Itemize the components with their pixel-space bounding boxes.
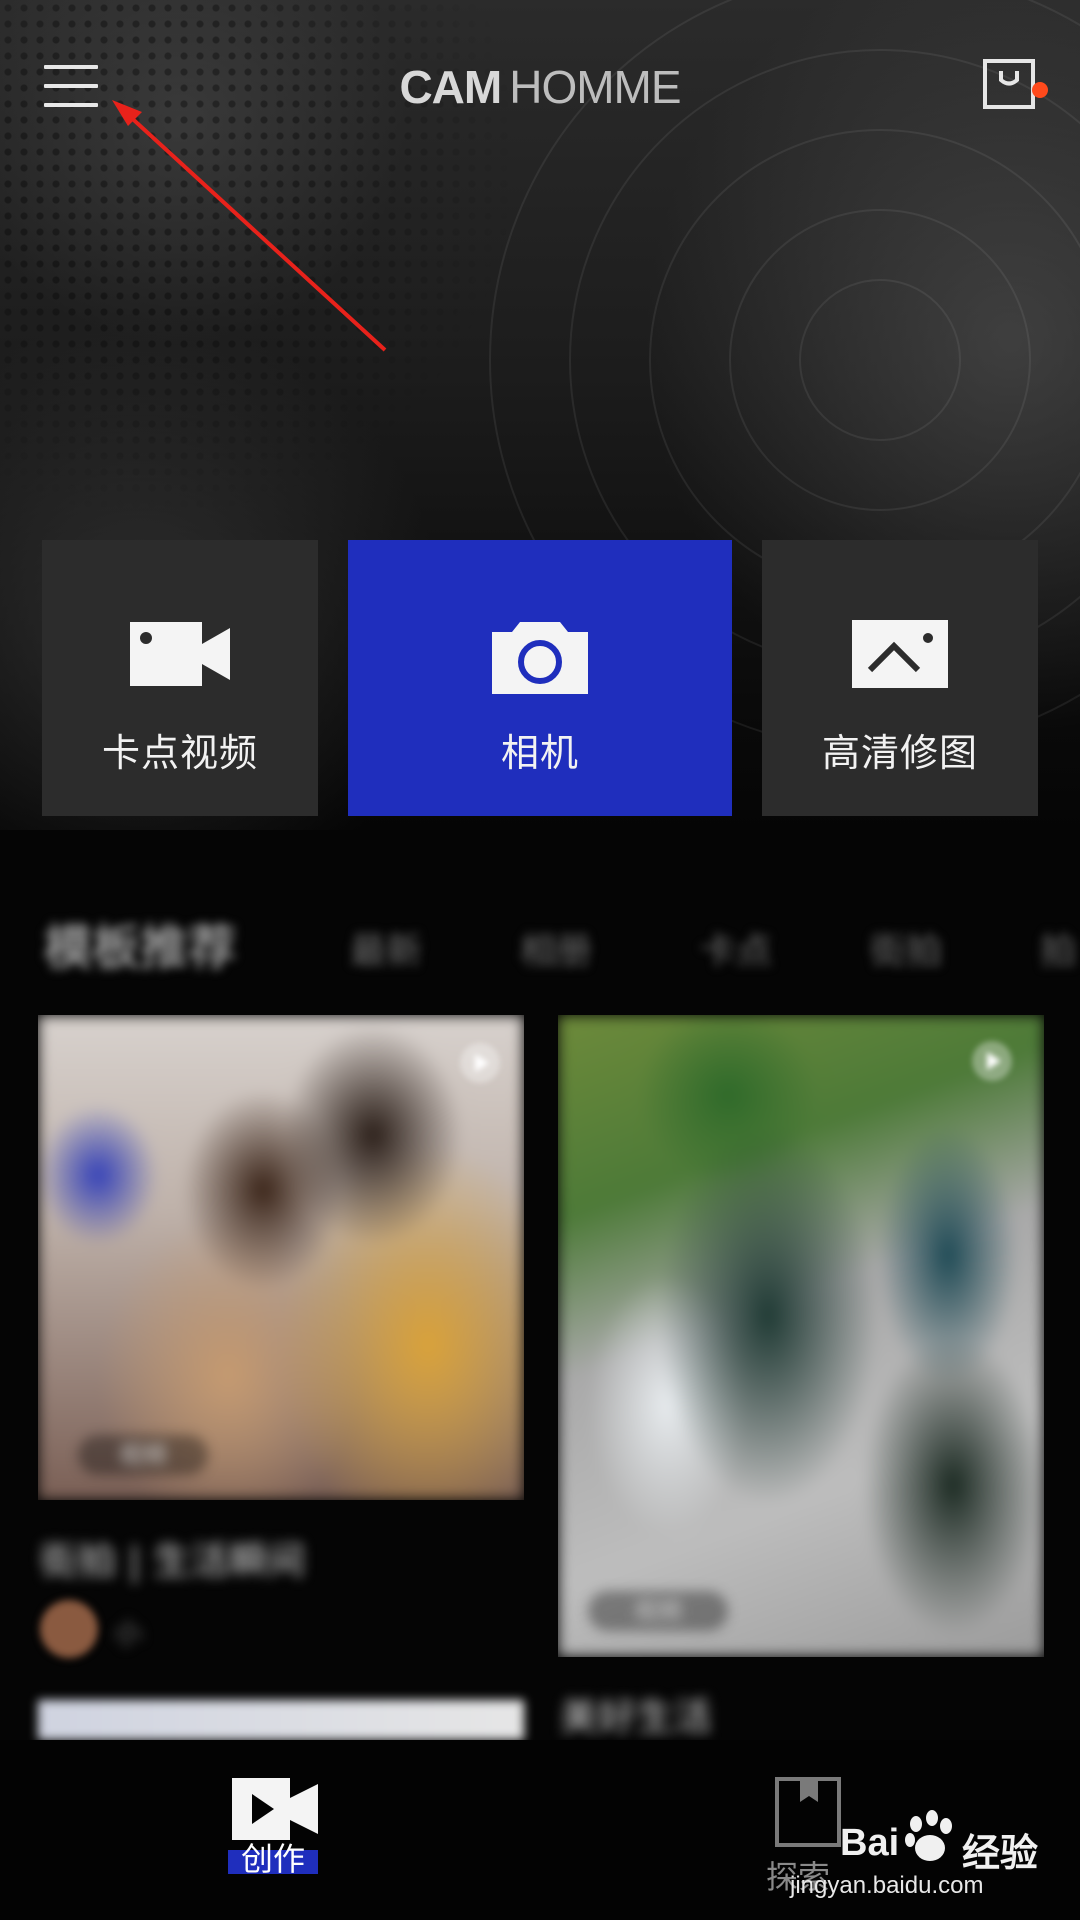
watermark-url: jingyan.baidu.com	[790, 1872, 984, 1899]
tool-beat-video[interactable]: 卡点视频	[42, 540, 318, 816]
card-tag: 视频	[588, 1591, 728, 1631]
template-card[interactable]: 视频	[38, 1015, 524, 1500]
nav-create[interactable]: 创作	[220, 1776, 330, 1876]
card-title: 街拍 | 生活瞬间	[40, 1539, 305, 1583]
watermark-brand: Bai	[840, 1822, 900, 1864]
template-tabs: 模板推荐 最新 相册 卡点 街拍 拍	[0, 900, 1080, 980]
app-screen: CAM HOMME 卡点视频 相机 高清修图 模板推荐 最新 相册 卡点 街拍 …	[0, 0, 1080, 1920]
tab-album[interactable]: 相册	[520, 922, 592, 974]
card-title: 美好生活	[560, 1695, 713, 1739]
tool-label: 高清修图	[821, 731, 978, 775]
tool-label: 相机	[500, 731, 579, 775]
tab-more[interactable]: 拍	[1040, 922, 1076, 974]
author-name: 小	[114, 1617, 143, 1650]
card-photo	[558, 1015, 1044, 1657]
tool-hd-retouch[interactable]: 高清修图	[762, 540, 1038, 816]
nav-create-label: 创作	[228, 1843, 318, 1875]
play-icon	[972, 1041, 1012, 1081]
baidu-watermark: Bai 经验 jingyan.baidu.com	[790, 1806, 1060, 1906]
card-tag: 视频	[78, 1435, 208, 1475]
red-annotation-arrow	[112, 100, 387, 352]
watermark-brand-cn: 经验	[962, 1831, 1039, 1875]
photo-edit-icon	[852, 620, 948, 688]
template-card[interactable]: 视频	[558, 1015, 1044, 1657]
video-camera-icon	[130, 622, 230, 686]
tool-label: 卡点视频	[101, 731, 258, 775]
tab-street[interactable]: 街拍	[870, 922, 942, 974]
video-camera-icon	[232, 1778, 318, 1840]
paw-icon	[905, 1810, 952, 1861]
camera-icon	[492, 622, 588, 694]
card-photo	[38, 1015, 524, 1500]
next-card-photo	[38, 1700, 524, 1740]
tab-latest[interactable]: 最新	[350, 922, 422, 974]
tab-recommended[interactable]: 模板推荐	[44, 908, 236, 978]
play-icon	[460, 1043, 500, 1083]
tab-beat[interactable]: 卡点	[700, 922, 772, 974]
author-avatar	[40, 1600, 98, 1658]
tool-camera[interactable]: 相机	[348, 540, 732, 816]
